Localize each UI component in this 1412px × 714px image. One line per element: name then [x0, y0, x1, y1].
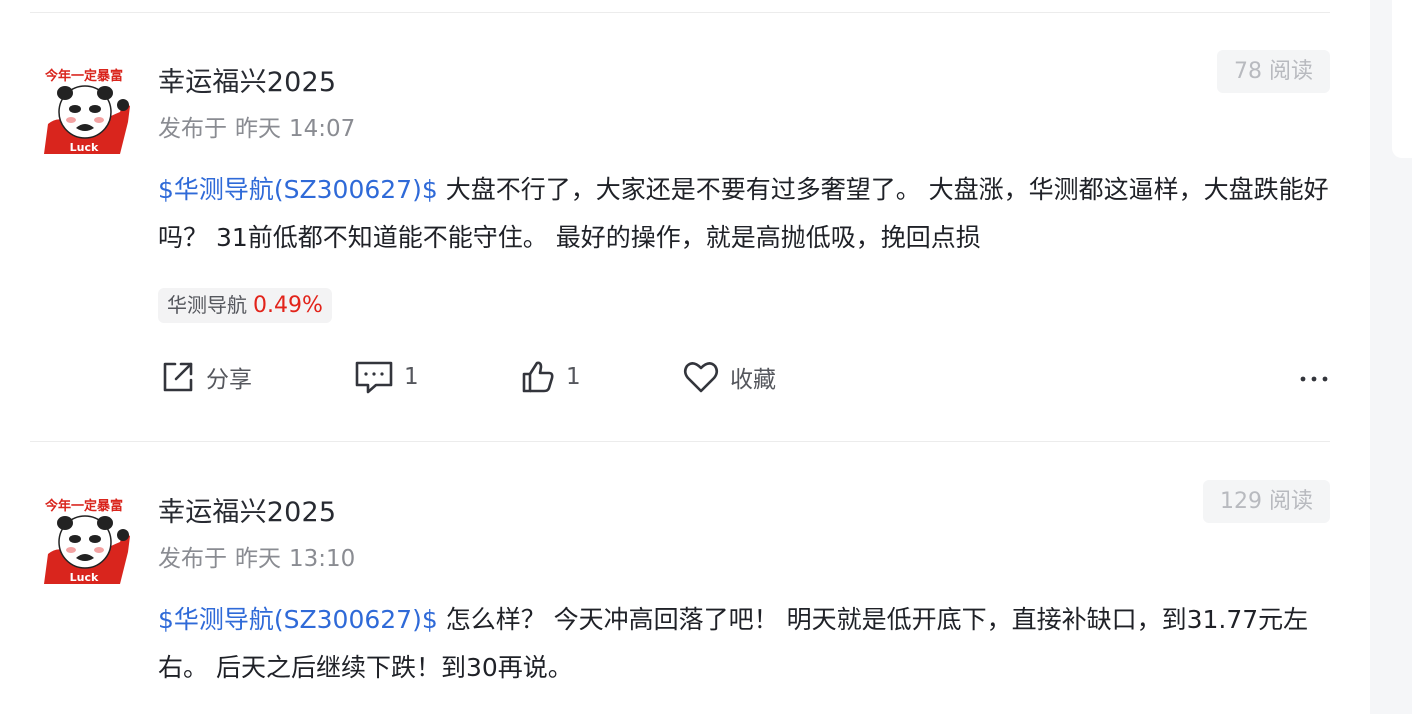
side-panel: [1392, 0, 1412, 158]
share-icon: [163, 362, 193, 392]
more-icon: [1300, 376, 1328, 382]
comment-button[interactable]: 1: [354, 355, 419, 399]
action-bar: 分享 1 1 收藏: [158, 355, 1330, 399]
stock-chip-change: 0.49%: [253, 293, 323, 318]
avatar[interactable]: 今年一定暴富 Luck: [38, 62, 130, 154]
svg-text:今年一定暴富: 今年一定暴富: [44, 68, 123, 84]
stock-tag-link[interactable]: $华测导航(SZ300627)$: [158, 605, 438, 634]
more-button[interactable]: [1298, 355, 1330, 399]
share-button[interactable]: 分享: [160, 355, 252, 399]
stock-chip[interactable]: 华测导航 0.49%: [158, 288, 332, 323]
post-content[interactable]: $华测导航(SZ300627)$ 大盘不行了，大家还是不要有过多奢望了。 大盘涨…: [158, 166, 1330, 262]
comment-count: 1: [404, 364, 419, 390]
publish-time: 发布于 昨天 14:07: [158, 109, 363, 143]
comment-icon: [355, 361, 393, 394]
svg-text:Luck: Luck: [70, 141, 99, 154]
read-count-badge: 129 阅读: [1203, 480, 1330, 523]
publish-time: 发布于 昨天 13:10: [158, 539, 363, 573]
author-name[interactable]: 幸运福兴2025: [158, 60, 336, 99]
author-name[interactable]: 幸运福兴2025: [158, 490, 336, 529]
publish-clock: 14:07: [289, 116, 356, 142]
like-icon: [522, 361, 554, 393]
avatar[interactable]: 今年一定暴富 Luck: [38, 492, 130, 584]
heart-icon: [683, 362, 719, 393]
publish-day: 昨天: [235, 116, 281, 142]
publish-prefix: 发布于: [158, 116, 227, 142]
publish-day: 昨天: [235, 546, 281, 572]
svg-text:Luck: Luck: [70, 571, 99, 584]
favorite-label: 收藏: [730, 367, 776, 393]
post-divider: [30, 441, 1330, 442]
favorite-button[interactable]: 收藏: [682, 355, 776, 399]
like-button[interactable]: 1: [520, 355, 581, 399]
read-count-badge: 78 阅读: [1217, 50, 1330, 93]
like-count: 1: [566, 364, 581, 390]
top-divider: [30, 12, 1330, 13]
share-label: 分享: [206, 367, 252, 393]
stock-tag-link[interactable]: $华测导航(SZ300627)$: [158, 175, 438, 204]
publish-prefix: 发布于: [158, 546, 227, 572]
publish-clock: 13:10: [289, 546, 356, 572]
stock-chip-name: 华测导航: [167, 293, 247, 317]
post-content[interactable]: $华测导航(SZ300627)$ 怎么样？ 今天冲高回落了吧！ 明天就是低开底下…: [158, 596, 1330, 692]
svg-text:今年一定暴富: 今年一定暴富: [44, 498, 123, 514]
